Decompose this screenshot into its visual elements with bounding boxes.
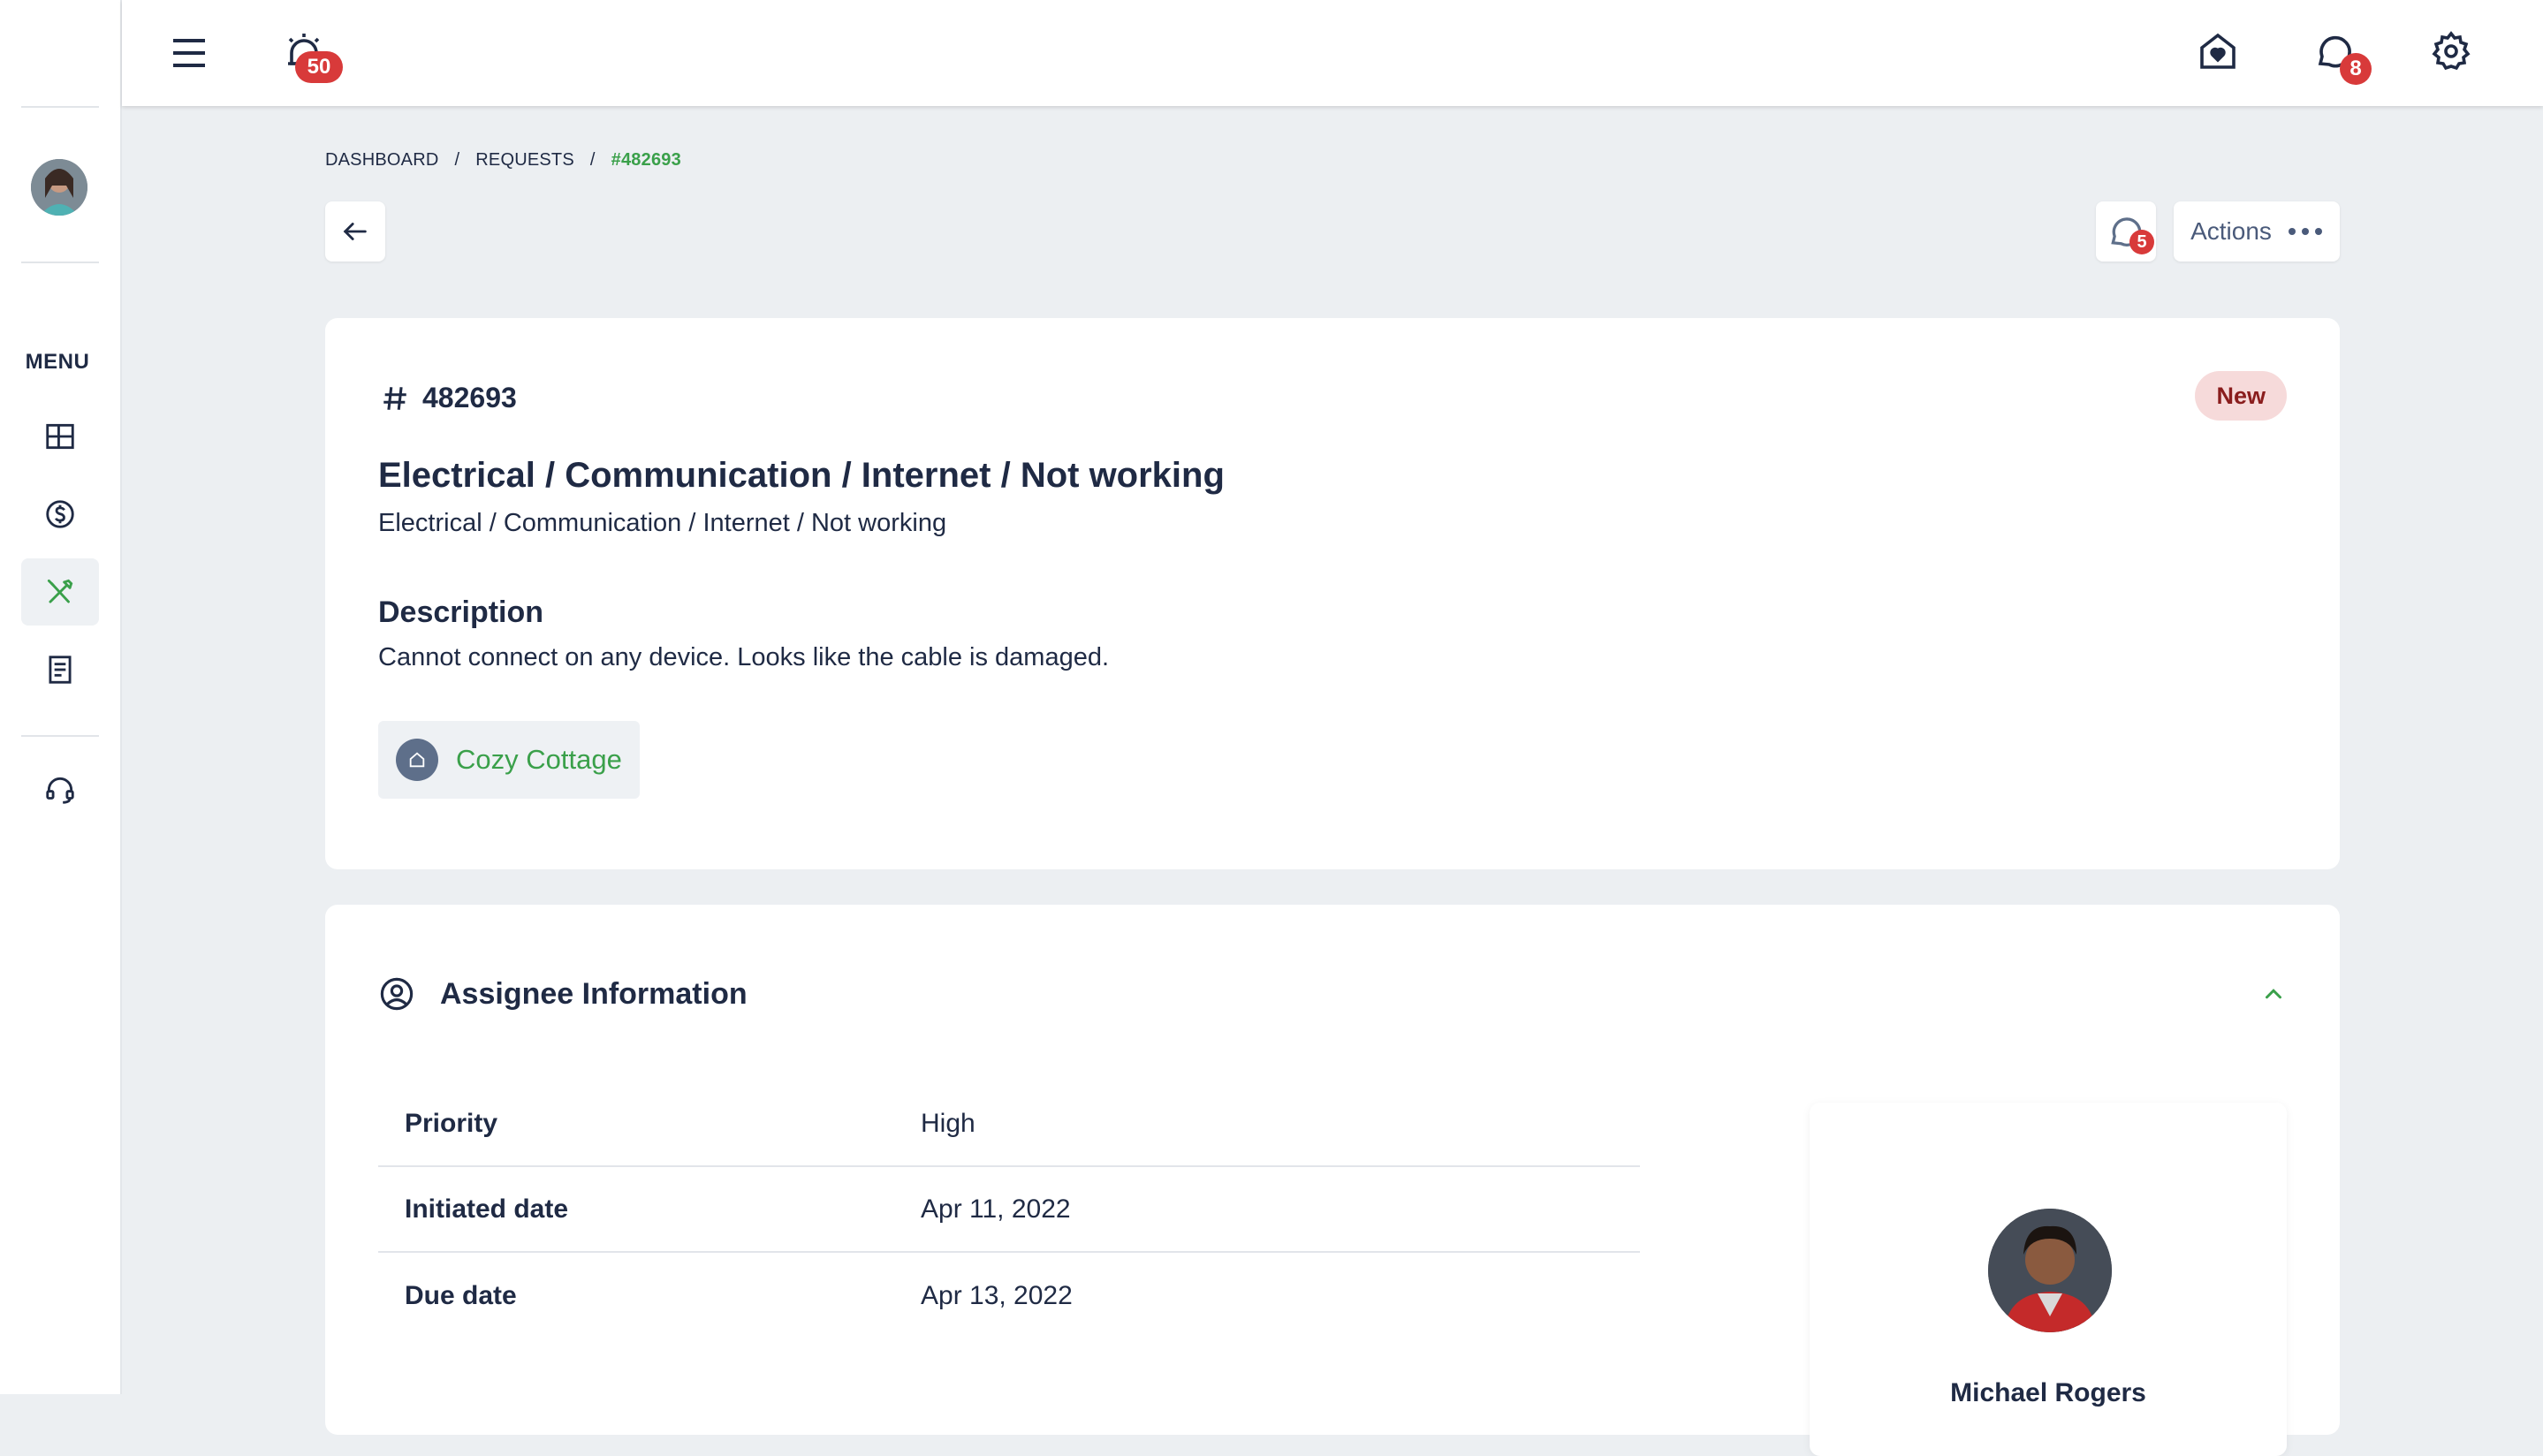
hamburger-icon bbox=[173, 39, 205, 67]
collapse-button[interactable] bbox=[2260, 981, 2287, 1012]
breadcrumb-dashboard[interactable]: DASHBOARD bbox=[325, 150, 439, 171]
property-link[interactable]: Cozy Cottage bbox=[378, 721, 640, 799]
sidebar-divider bbox=[21, 106, 99, 108]
arrow-left-icon bbox=[343, 223, 367, 240]
avatar bbox=[1988, 1209, 2112, 1332]
breadcrumb-separator: / bbox=[589, 150, 596, 170]
sidebar-item-support[interactable] bbox=[21, 756, 99, 823]
status-badge: New bbox=[2195, 371, 2287, 421]
description-heading: Description bbox=[378, 595, 544, 629]
user-circle-icon bbox=[380, 977, 414, 1011]
request-chat-badge: 5 bbox=[2129, 230, 2154, 254]
assignee-info-card: Assignee Information Priority High Initi… bbox=[325, 905, 2340, 1456]
description-text: Cannot connect on any device. Looks like… bbox=[378, 643, 1110, 671]
tools-icon bbox=[47, 579, 73, 603]
sidebar-item-finance[interactable] bbox=[21, 481, 99, 548]
table-row: Priority High bbox=[378, 1081, 1640, 1167]
breadcrumb-current: #482693 bbox=[611, 150, 681, 170]
actions-button[interactable]: Actions bbox=[2174, 201, 2340, 262]
table-row: Due date Apr 13, 2022 bbox=[378, 1253, 1640, 1338]
request-title: Electrical / Communication / Internet / … bbox=[378, 456, 1225, 495]
row-value: Apr 13, 2022 bbox=[921, 1280, 1073, 1310]
request-chat-button[interactable]: 5 bbox=[2096, 201, 2156, 262]
request-card: 482693 New Electrical / Communication / … bbox=[325, 318, 2340, 869]
sidebar-item-documents[interactable] bbox=[21, 636, 99, 703]
assignee-section-title: Assignee Information bbox=[440, 976, 748, 1011]
breadcrumb-separator: / bbox=[454, 150, 460, 170]
home-button[interactable] bbox=[2193, 27, 2243, 76]
more-dots-icon bbox=[2288, 228, 2322, 235]
sidebar-item-maintenance[interactable] bbox=[21, 558, 99, 626]
chevron-up-icon bbox=[2266, 989, 2281, 999]
settings-button[interactable] bbox=[2426, 27, 2476, 76]
assignee-name: Michael Rogers bbox=[1950, 1378, 2146, 1407]
row-label: Priority bbox=[405, 1108, 498, 1138]
user-avatar[interactable] bbox=[31, 159, 87, 216]
sidebar: MENU bbox=[0, 0, 122, 1394]
home-heart-icon bbox=[2200, 33, 2236, 69]
property-name: Cozy Cottage bbox=[456, 744, 622, 775]
assignee-section-header: Assignee Information bbox=[378, 975, 748, 1012]
request-category: Electrical / Communication / Internet / … bbox=[378, 509, 947, 537]
dollar-circle-icon bbox=[46, 500, 74, 528]
breadcrumb: DASHBOARD / REQUESTS / #482693 bbox=[325, 150, 681, 171]
table-row: Initiated date Apr 11, 2022 bbox=[378, 1167, 1640, 1253]
messages-button[interactable]: 8 bbox=[2310, 27, 2372, 85]
menu-toggle-button[interactable] bbox=[166, 30, 212, 76]
alarm-count-badge: 50 bbox=[295, 51, 343, 83]
menu-label: MENU bbox=[25, 350, 90, 374]
row-value: High bbox=[921, 1108, 975, 1138]
gear-icon bbox=[2432, 31, 2471, 71]
alarm-button[interactable]: 50 bbox=[279, 27, 343, 83]
back-button[interactable] bbox=[325, 201, 385, 262]
document-icon bbox=[49, 656, 72, 684]
messages-count-badge: 8 bbox=[2340, 53, 2372, 85]
sidebar-divider bbox=[21, 735, 99, 737]
dashboard-icon bbox=[46, 423, 74, 450]
headset-icon bbox=[46, 777, 74, 804]
row-label: Initiated date bbox=[405, 1194, 569, 1224]
home-icon bbox=[396, 739, 438, 781]
assignee-profile-card[interactable]: Michael Rogers bbox=[1810, 1103, 2287, 1456]
breadcrumb-requests[interactable]: REQUESTS bbox=[475, 150, 574, 171]
request-id: 482693 bbox=[380, 382, 517, 414]
actions-label: Actions bbox=[2190, 217, 2272, 245]
request-id-value: 482693 bbox=[422, 382, 517, 413]
assignee-info-table: Priority High Initiated date Apr 11, 202… bbox=[378, 1081, 1640, 1338]
sidebar-divider bbox=[21, 262, 99, 263]
row-value: Apr 11, 2022 bbox=[921, 1194, 1071, 1224]
sidebar-item-dashboard[interactable] bbox=[21, 403, 99, 470]
top-bar: 50 8 bbox=[122, 0, 2543, 106]
row-label: Due date bbox=[405, 1280, 517, 1310]
hash-icon bbox=[383, 386, 406, 410]
